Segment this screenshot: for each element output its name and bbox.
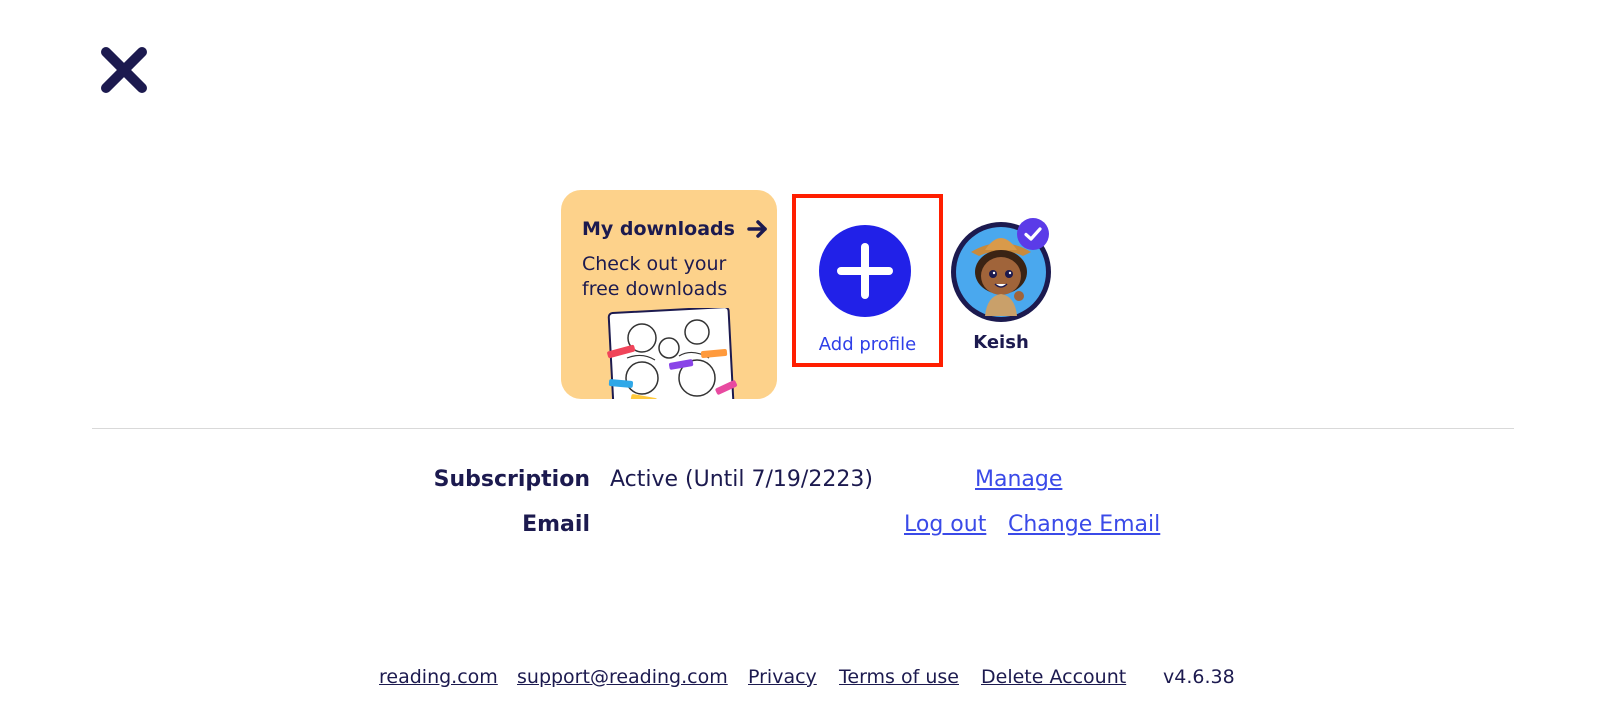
coloring-page-illustration xyxy=(607,308,738,399)
manage-link[interactable]: Manage xyxy=(975,467,1062,492)
footer-link-privacy[interactable]: Privacy xyxy=(748,666,817,688)
add-profile-label: Add profile xyxy=(818,334,917,355)
add-profile-button[interactable]: Add profile xyxy=(792,194,943,367)
profile-keish[interactable]: Keish xyxy=(945,218,1057,358)
footer-link-support-email[interactable]: support@reading.com xyxy=(517,666,728,688)
arrow-right-icon xyxy=(747,220,767,238)
downloads-title: My downloads xyxy=(582,218,735,240)
subscription-value: Active (Until 7/19/2223) xyxy=(610,467,873,492)
footer-link-terms[interactable]: Terms of use xyxy=(839,666,959,688)
downloads-title-row: My downloads xyxy=(582,218,769,240)
profile-name: Keish xyxy=(973,332,1029,353)
subscription-label: Subscription xyxy=(433,467,590,492)
downloads-subtitle: Check out your free downloads xyxy=(582,253,728,300)
close-button[interactable] xyxy=(96,42,152,98)
account-settings-page: My downloads Check out your free downloa… xyxy=(0,0,1600,720)
logout-link[interactable]: Log out xyxy=(904,512,986,537)
footer-link-delete-account[interactable]: Delete Account xyxy=(981,666,1126,688)
footer-link-reading[interactable]: reading.com xyxy=(379,666,498,688)
email-label: Email xyxy=(522,512,590,537)
change-email-link[interactable]: Change Email xyxy=(1008,512,1160,537)
check-icon xyxy=(1017,218,1049,250)
close-icon xyxy=(101,47,147,93)
section-divider xyxy=(92,428,1514,429)
my-downloads-card[interactable]: My downloads Check out your free downloa… xyxy=(561,190,777,399)
app-version: v4.6.38 xyxy=(1163,666,1235,688)
plus-icon xyxy=(819,225,911,317)
